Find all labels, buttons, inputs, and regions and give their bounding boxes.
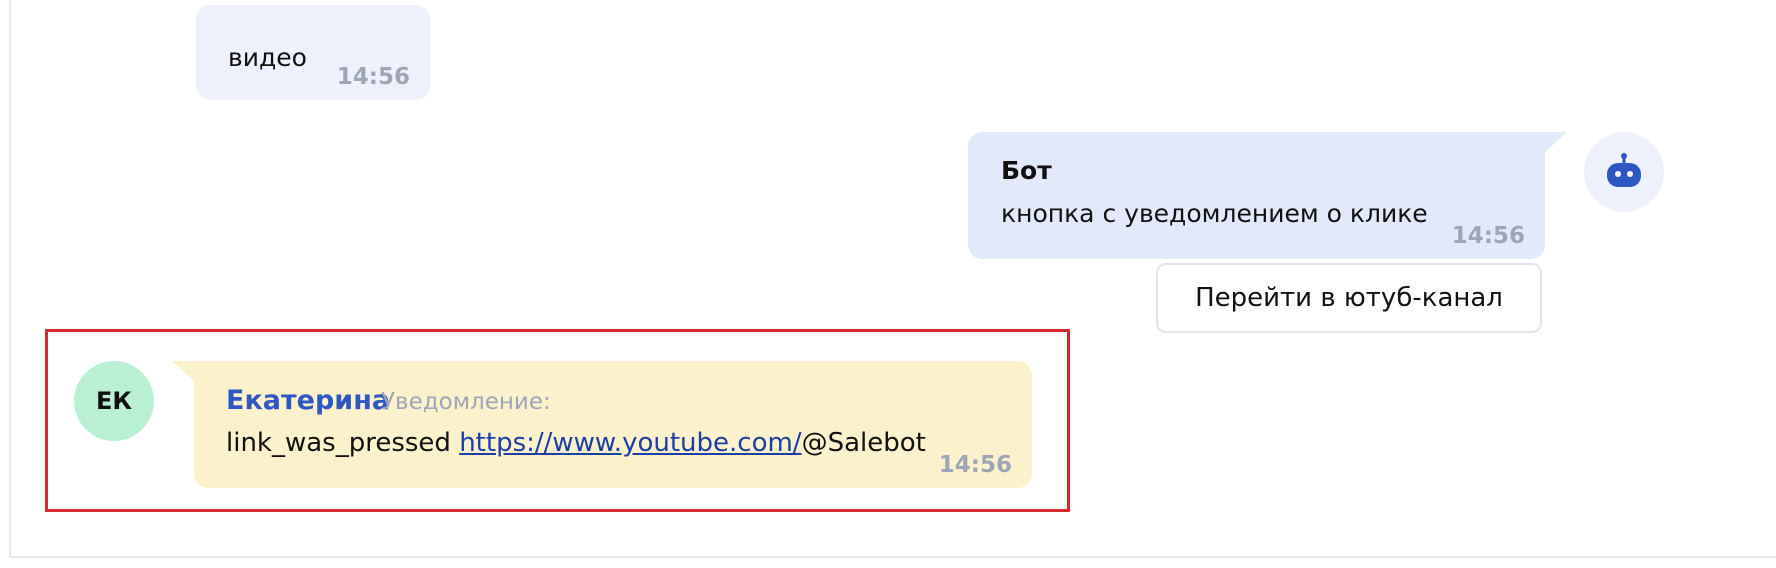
message-text: видео — [228, 43, 307, 72]
notification-label: Уведомление: — [381, 389, 551, 415]
chat-left-border — [9, 0, 11, 556]
message-bubble-video: видео 14:56 — [196, 5, 430, 100]
chat-bottom-border — [9, 556, 1776, 558]
robot-icon — [1607, 153, 1641, 187]
message-link[interactable]: https://www.youtube.com/ — [459, 428, 801, 458]
message-time: 14:56 — [938, 452, 1012, 478]
message-bubble-bot: Бот кнопка с уведомлением о клике 14:56 — [968, 132, 1567, 259]
message-time: 14:56 — [336, 64, 410, 90]
chat-panel: видео 14:56 Бот кнопка с уведомлением о … — [0, 0, 1776, 568]
message-sender: Екатерина — [226, 385, 391, 416]
message-text-suffix: @Salebot — [801, 428, 926, 458]
message-sender: Бот — [1001, 156, 1052, 185]
message-text-prefix: link_was_pressed — [226, 428, 460, 458]
message-bubble-user: Екатерина Уведомление: link_was_pressed … — [172, 361, 1032, 488]
message-text: link_was_pressed https://www.youtube.com… — [226, 428, 926, 458]
message-text: кнопка с уведомлением о клике — [1001, 199, 1428, 228]
youtube-channel-button[interactable]: Перейти в ютуб-канал — [1156, 263, 1542, 333]
message-time: 14:56 — [1451, 223, 1525, 249]
user-avatar: ЕК — [74, 361, 154, 441]
bot-avatar — [1584, 132, 1664, 212]
